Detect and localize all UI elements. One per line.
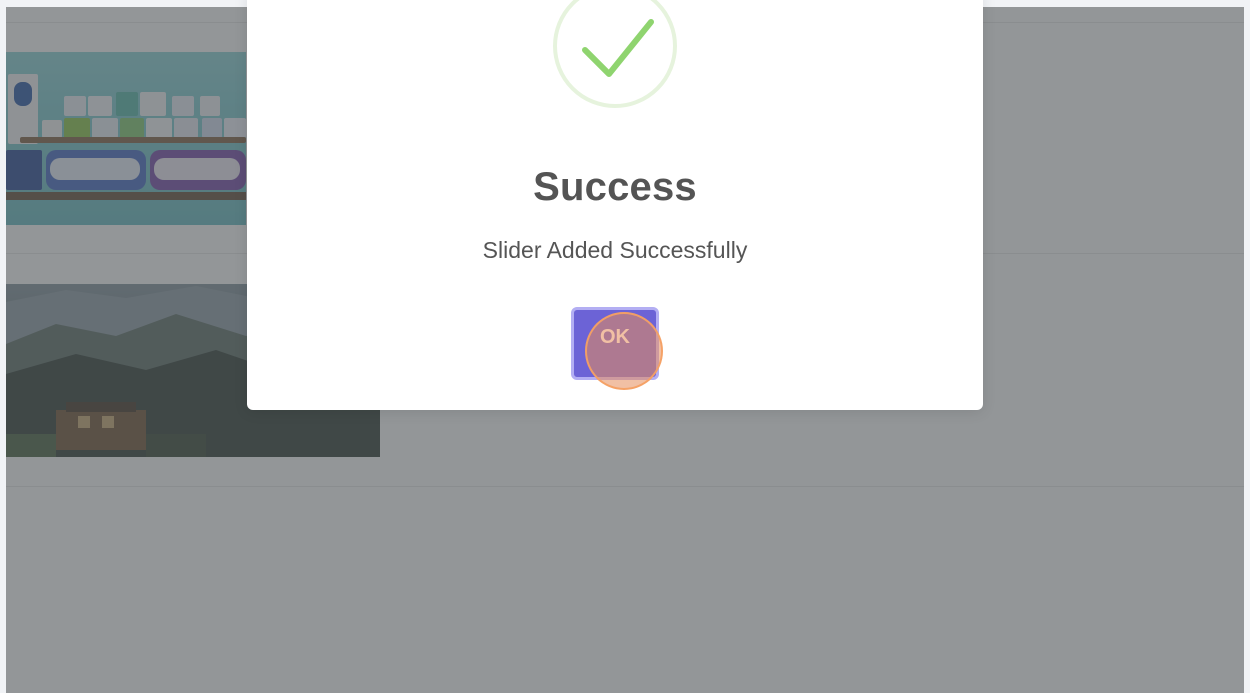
ok-button[interactable]: OK [571, 307, 659, 380]
page: Success Slider Added Successfully OK [0, 0, 1250, 693]
dialog-title: Success [533, 165, 697, 209]
ok-button-label: OK [600, 326, 630, 348]
check-circle-icon [551, 0, 679, 118]
success-dialog: Success Slider Added Successfully OK [247, 0, 983, 410]
dialog-message: Slider Added Successfully [482, 237, 748, 263]
